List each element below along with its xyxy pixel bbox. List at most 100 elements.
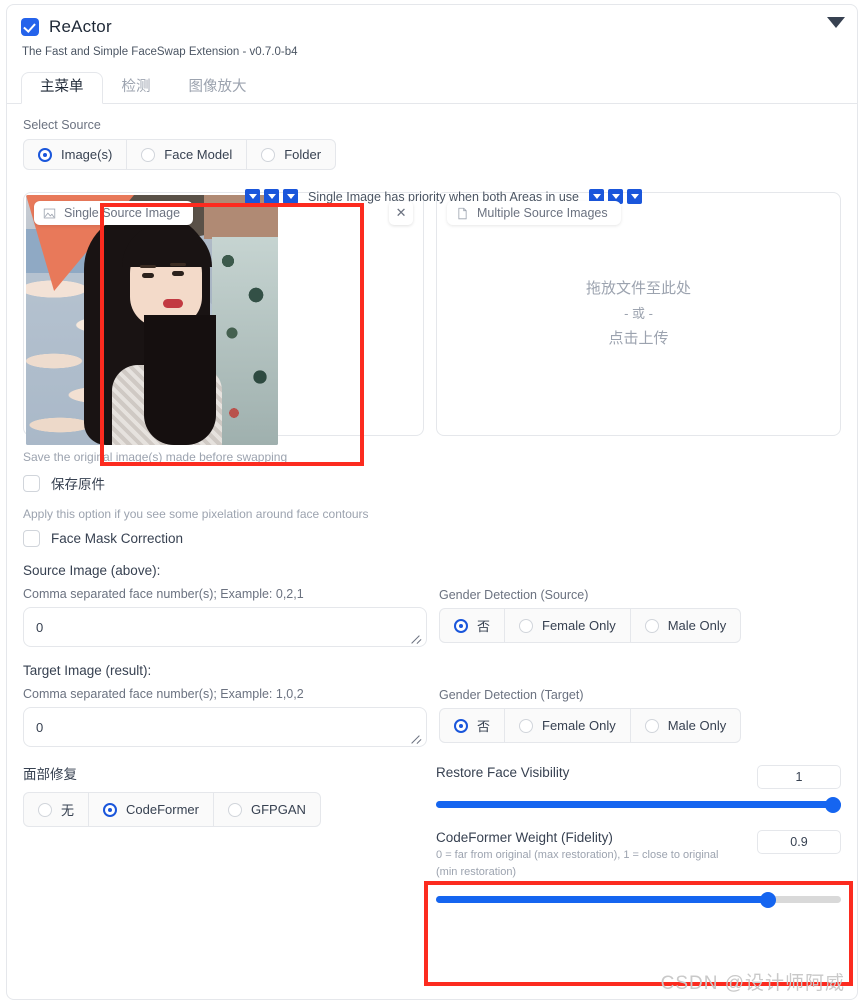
source-option-folder-label: Folder: [284, 147, 322, 162]
source-option-folder[interactable]: Folder: [246, 139, 337, 170]
target-image-title: Target Image (result):: [23, 663, 152, 678]
page-title: ReActor: [49, 17, 112, 36]
gender-source-option-no-label: 否: [477, 619, 491, 634]
select-source-label: Select Source: [23, 118, 101, 132]
face-restore-option-codeformer[interactable]: CodeFormer: [88, 792, 214, 827]
image-icon: [43, 208, 56, 218]
codeformer-weight-label: CodeFormer Weight (Fidelity): [436, 830, 613, 845]
radio-dot-icon: [454, 718, 468, 733]
gender-source-option-no[interactable]: 否: [439, 608, 506, 643]
face-restore-option-gfpgan-label: GFPGAN: [250, 802, 306, 817]
codeformer-weight-slider[interactable]: [436, 891, 841, 908]
tab-upscale[interactable]: 图像放大: [170, 72, 266, 104]
arrow-down-icon-left-1[interactable]: [245, 189, 260, 204]
arrow-down-icon-left-2[interactable]: [264, 189, 279, 204]
radio-dot-icon: [38, 802, 52, 817]
source-faces-input-value: 0: [36, 619, 44, 635]
restore-visibility-label: Restore Face Visibility: [436, 765, 570, 780]
arrow-down-icon-right-3[interactable]: [627, 189, 642, 204]
reactor-panel: ReActor The Fast and Simple FaceSwap Ext…: [6, 4, 858, 1000]
single-source-image-box[interactable]: Single Source Image ✕: [23, 192, 425, 445]
gender-target-option-no[interactable]: 否: [439, 708, 506, 743]
source-faces-input[interactable]: 0: [23, 607, 427, 647]
close-icon[interactable]: ✕: [389, 201, 414, 225]
gender-source-label: Gender Detection (Source): [439, 588, 589, 602]
chevron-down-icon[interactable]: [827, 17, 845, 28]
drop-line-3: 点击上传: [608, 329, 669, 347]
save-original-label: 保存原件: [51, 477, 105, 492]
codeformer-weight-knob[interactable]: [760, 891, 777, 908]
gender-source-option-male[interactable]: Male Only: [629, 608, 742, 643]
panel-header: ReActor The Fast and Simple FaceSwap Ext…: [7, 5, 857, 58]
resize-grip-icon[interactable]: [410, 631, 422, 643]
source-image-thumbnail[interactable]: [26, 195, 278, 445]
target-faces-input-value: 0: [36, 719, 44, 735]
enable-extension-checkbox[interactable]: [21, 18, 39, 36]
source-option-face-model[interactable]: Face Model: [126, 139, 248, 170]
multiple-source-images-tab[interactable]: Multiple Source Images: [447, 201, 621, 225]
radio-dot-icon: [227, 802, 242, 817]
gender-target-option-female[interactable]: Female Only: [504, 708, 631, 743]
face-restore-option-none-label: 无: [61, 803, 75, 818]
face-restore-option-gfpgan[interactable]: GFPGAN: [212, 792, 321, 827]
save-original-checkbox[interactable]: [23, 474, 40, 492]
gender-source-option-female-label: Female Only: [542, 618, 616, 633]
face-restore-radio-group: 无 CodeFormer GFPGAN: [23, 792, 321, 827]
file-icon: [458, 207, 467, 219]
gender-target-option-male-label: Male Only: [667, 718, 727, 733]
face-mask-label: Face Mask Correction: [51, 531, 184, 546]
gender-target-option-no-label: 否: [477, 719, 491, 734]
face-restore-section: 面部修复 无 CodeFormer GFPGAN Restore Face Vi…: [23, 763, 841, 908]
face-restore-option-codeformer-label: CodeFormer: [126, 802, 199, 817]
radio-dot-icon: [261, 147, 276, 162]
watermark: CSDN @设计师阿威: [660, 973, 845, 994]
gender-target-option-male[interactable]: Male Only: [629, 708, 742, 743]
multiple-source-images-box[interactable]: Multiple Source Images 拖放文件至此处 - 或 - 点击上…: [436, 192, 841, 436]
resize-grip-icon[interactable]: [410, 731, 422, 743]
single-source-image-tab[interactable]: Single Source Image: [34, 201, 194, 225]
source-image-title: Source Image (above):: [23, 563, 161, 578]
target-faces-input-label: Comma separated face number(s); Example:…: [23, 687, 304, 701]
radio-dot-icon: [141, 147, 156, 162]
source-option-face-model-label: Face Model: [164, 147, 233, 162]
radio-dot-icon: [103, 802, 118, 817]
face-restore-option-none[interactable]: 无: [23, 792, 90, 827]
main-tab-body: Select Source Image(s) Face Model Folder…: [7, 104, 857, 908]
face-mask-checkbox[interactable]: [23, 530, 40, 547]
gender-source-option-female[interactable]: Female Only: [504, 608, 631, 643]
target-faces-input[interactable]: 0: [23, 707, 427, 747]
single-source-image-label: Single Source Image: [64, 206, 181, 220]
radio-dot-icon: [644, 618, 659, 633]
gender-source-radio-group: 否 Female Only Male Only: [439, 608, 742, 643]
radio-dot-icon: [644, 718, 659, 733]
tab-bar: 主菜单 检测 图像放大: [7, 71, 857, 104]
tab-detection[interactable]: 检测: [103, 72, 170, 104]
multiple-source-images-label: Multiple Source Images: [477, 206, 608, 220]
gender-target-label: Gender Detection (Target): [439, 688, 584, 702]
face-mask-hint: Apply this option if you see some pixela…: [23, 507, 369, 521]
tab-main-menu[interactable]: 主菜单: [21, 71, 103, 104]
title-row: ReActor: [21, 17, 843, 37]
radio-dot-icon: [519, 718, 534, 733]
restore-visibility-knob[interactable]: [825, 796, 841, 813]
drop-zone-text[interactable]: 拖放文件至此处 - 或 - 点击上传: [437, 193, 840, 435]
source-option-images-label: Image(s): [61, 147, 113, 162]
arrow-down-icon-left-3[interactable]: [283, 189, 298, 204]
gender-target-radio-group: 否 Female Only Male Only: [439, 708, 742, 743]
restore-visibility-slider[interactable]: [436, 796, 841, 813]
save-original-row[interactable]: 保存原件: [23, 473, 841, 493]
face-restore-label: 面部修复: [23, 767, 77, 782]
drop-line-1: 拖放文件至此处: [586, 279, 692, 297]
drop-line-2: - 或 -: [624, 306, 653, 322]
face-mask-row[interactable]: Face Mask Correction: [23, 530, 841, 547]
upload-areas: Single Source Image ✕ Multiple Source Im…: [23, 192, 841, 445]
codeformer-weight-value[interactable]: 0.9: [757, 830, 841, 854]
source-faces-input-label: Comma separated face number(s); Example:…: [23, 587, 304, 601]
select-source-radio-group: Image(s) Face Model Folder: [23, 139, 337, 170]
restore-visibility-value[interactable]: 1: [757, 765, 841, 789]
codeformer-weight-slider-block: CodeFormer Weight (Fidelity) 0 = far fro…: [436, 830, 841, 908]
gender-target-option-female-label: Female Only: [542, 718, 616, 733]
restore-visibility-slider-block: Restore Face Visibility 1: [436, 765, 841, 813]
source-option-images[interactable]: Image(s): [23, 139, 128, 170]
target-image-section: Target Image (result): Comma separated f…: [23, 663, 841, 747]
